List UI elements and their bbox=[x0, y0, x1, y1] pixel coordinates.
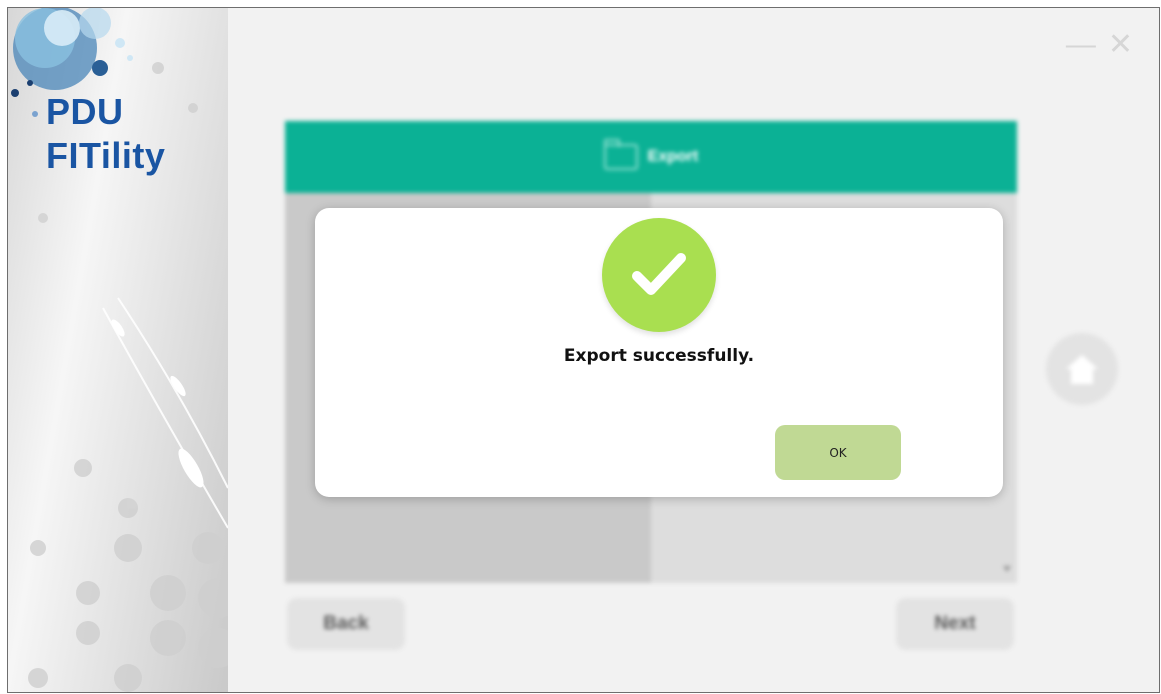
success-dialog: Export successfully. OK bbox=[315, 208, 1003, 497]
back-button[interactable]: Back bbox=[287, 598, 405, 650]
scroll-down-arrow-icon[interactable] bbox=[1003, 566, 1011, 572]
check-mark-icon bbox=[632, 253, 686, 295]
window-controls: — ✕ bbox=[1066, 30, 1133, 60]
check-circle-icon bbox=[602, 218, 716, 332]
export-header-title: Export bbox=[647, 148, 699, 165]
brand-dot bbox=[32, 111, 38, 117]
export-header: Export bbox=[285, 121, 1017, 193]
dialog-message: Export successfully. bbox=[563, 346, 755, 366]
home-button[interactable] bbox=[1046, 333, 1118, 405]
app-window: PDU FITility Export Back Next — ✕ Export… bbox=[7, 7, 1160, 693]
brand-line-2: FITility bbox=[46, 135, 166, 176]
close-icon[interactable]: ✕ bbox=[1108, 30, 1133, 60]
minimize-icon[interactable]: — bbox=[1066, 30, 1096, 60]
app-brand: PDU FITility bbox=[46, 90, 165, 178]
home-icon bbox=[1066, 355, 1098, 384]
folder-icon bbox=[603, 139, 638, 170]
next-button[interactable]: Next bbox=[896, 598, 1014, 650]
sidebar: PDU FITility bbox=[8, 8, 228, 692]
brand-line-1: PDU bbox=[46, 91, 124, 132]
ok-button[interactable]: OK bbox=[775, 425, 901, 480]
